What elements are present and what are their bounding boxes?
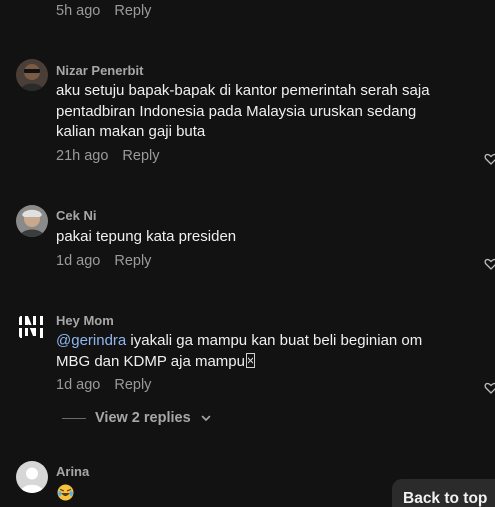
comment-time: 21h ago xyxy=(56,148,109,164)
view-replies-label: View 2 replies xyxy=(95,410,191,426)
comment-text-span: MBG dan KDMP aja mampu xyxy=(56,352,245,370)
avatar[interactable] xyxy=(16,59,48,91)
comment-text: aku setuju bapak-bapak di kantor pemerin… xyxy=(56,81,456,143)
chevron-down-icon xyxy=(201,415,210,421)
avatar-default-icon xyxy=(16,461,48,493)
heart-icon[interactable] xyxy=(484,152,495,166)
emoji-text: 😂 xyxy=(74,484,75,485)
comment-text-line: @gerindra iyakali ga mampu kan buat beli… xyxy=(56,331,456,352)
comments-panel: 5h ago Reply Nizar Penerbit aku setuju b… xyxy=(0,0,495,507)
reply-button[interactable]: Reply xyxy=(114,3,151,19)
laughing-emoji: 😂 xyxy=(57,484,74,501)
avatar[interactable] xyxy=(16,205,48,237)
mention-link[interactable]: @gerindra xyxy=(56,332,126,349)
comment-text-line: pentadbiran Indonesia pada Malaysia urus… xyxy=(56,102,417,120)
comment-author[interactable]: Cek Ni xyxy=(56,208,96,223)
comment-meta: 1d ago Reply xyxy=(56,377,151,393)
comment-author[interactable]: Hey Mom xyxy=(56,313,114,328)
view-replies-button[interactable]: View 2 replies xyxy=(62,410,212,426)
comment-text: @gerindra iyakali ga mampu kan buat beli… xyxy=(56,331,456,372)
comment-time: 1d ago xyxy=(56,253,101,269)
missing-glyph-icon xyxy=(245,352,255,368)
comment-time: 1d ago xyxy=(56,377,101,393)
comment-text-line: kalian makan gaji buta xyxy=(56,123,206,140)
avatar[interactable] xyxy=(16,311,48,343)
comment-text-span: iyakali ga mampu kan buat beli beginian … xyxy=(126,332,423,349)
comment-meta: 21h ago Reply xyxy=(56,148,160,164)
back-to-top-button[interactable]: Back to top xyxy=(392,479,495,507)
divider-line xyxy=(62,417,86,419)
comment-meta: 5h ago Reply xyxy=(56,3,151,19)
heart-icon[interactable] xyxy=(484,257,495,271)
comment-text-line: MBG dan KDMP aja mampu xyxy=(56,352,456,373)
comment-author[interactable]: Nizar Penerbit xyxy=(56,63,143,78)
comment-meta: 1d ago Reply xyxy=(56,253,151,269)
heart-icon[interactable] xyxy=(484,381,495,395)
comment-text: pakai tepung kata presiden xyxy=(56,228,237,245)
comment-author[interactable]: Arina xyxy=(56,464,89,479)
reply-button[interactable]: Reply xyxy=(114,377,151,393)
comment-time: 5h ago xyxy=(56,3,101,19)
reply-button[interactable]: Reply xyxy=(122,148,159,164)
reply-button[interactable]: Reply xyxy=(114,253,151,269)
avatar[interactable] xyxy=(16,461,48,493)
comment-text-line: aku setuju bapak-bapak di kantor pemerin… xyxy=(56,82,430,99)
